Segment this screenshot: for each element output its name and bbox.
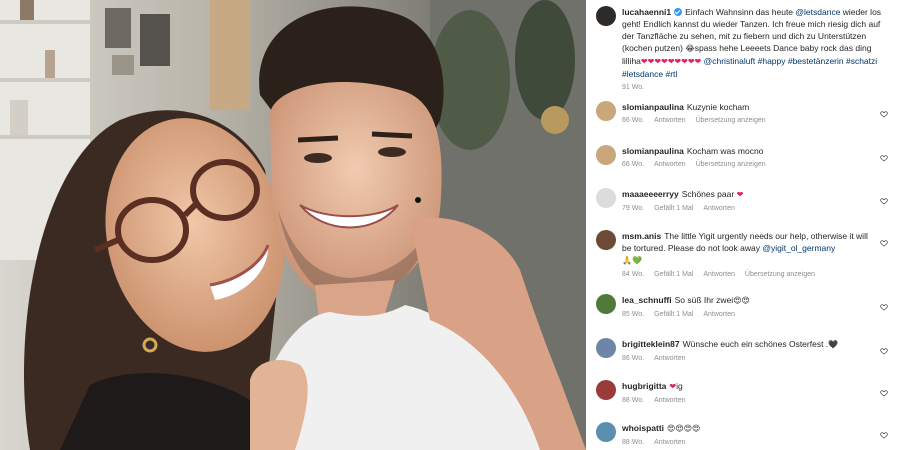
comment-emoji: 🖤 xyxy=(828,340,839,349)
comment-item: msm.anis The little Yigit urgently needs … xyxy=(596,230,892,281)
caption-segment: 😂 xyxy=(685,44,695,53)
comment-avatar[interactable] xyxy=(596,145,616,165)
comment-item: lea_schnuffi So süß Ihr zwei😍😍 85 Wo. Gefäl… xyxy=(596,294,892,321)
post-caption: lucahaenni1 Einfach Wahnsinn das heute @l… xyxy=(596,6,892,94)
comment-time[interactable]: 88 Wo. xyxy=(622,395,644,407)
selfie-image xyxy=(0,0,586,450)
comment-avatar[interactable] xyxy=(596,188,616,208)
comment-avatar[interactable] xyxy=(596,422,616,442)
comments-panel: lucahaenni1 Einfach Wahnsinn das heute @l… xyxy=(586,0,900,450)
heart-outline-icon[interactable] xyxy=(880,110,888,118)
comment-time[interactable]: 66 Wo. xyxy=(622,159,644,171)
comment-text: Kocham was mocno xyxy=(686,146,764,156)
caption-link[interactable]: @christinaluft xyxy=(704,56,756,66)
comment-time[interactable]: 88 Wo. xyxy=(622,437,644,449)
reply-button[interactable]: Antworten xyxy=(654,115,686,127)
post-time[interactable]: 91 Wo. xyxy=(622,82,644,94)
comment-text: So süß Ihr zwei xyxy=(674,295,734,305)
comment-text: Kuzynie kocham xyxy=(686,102,750,112)
heart-outline-icon[interactable] xyxy=(880,303,888,311)
comment-username[interactable]: whoispatti xyxy=(622,423,664,433)
comment-text: Schönes paar xyxy=(681,189,737,199)
comment-emoji: 🙏💚 xyxy=(622,256,642,265)
reply-button[interactable]: Antworten xyxy=(703,309,735,321)
translate-button[interactable]: Übersetzung anzeigen xyxy=(745,269,815,281)
heart-outline-icon[interactable] xyxy=(880,431,888,439)
comment-item: hugbrigitta ❤ig 88 Wo. Antworten xyxy=(596,380,892,407)
comment-avatar[interactable] xyxy=(596,380,616,400)
comment-emoji: 😍😍😍😍 xyxy=(667,424,701,433)
heart-outline-icon[interactable] xyxy=(880,197,888,205)
comment-mention[interactable]: @yigit_ol_germany xyxy=(762,243,835,253)
author-avatar[interactable] xyxy=(596,6,616,26)
comment-emoji: ❤ xyxy=(736,190,744,199)
reply-button[interactable]: Antworten xyxy=(703,203,735,215)
comment-emoji: 😍😍 xyxy=(733,296,750,305)
caption-text: Einfach Wahnsinn das heute @letsdance wi… xyxy=(622,7,881,79)
heart-outline-icon[interactable] xyxy=(880,239,888,247)
author-username[interactable]: lucahaenni1 xyxy=(622,7,671,17)
reply-button[interactable]: Antworten xyxy=(703,269,735,281)
comment-username[interactable]: hugbrigitta xyxy=(622,381,666,391)
caption-link[interactable]: @letsdance xyxy=(795,7,840,17)
comment-item: maaaeeeerryy Schönes paar ❤ 79 Wo. Gefällt … xyxy=(596,188,892,215)
comment-likes[interactable]: Gefällt 1 Mal xyxy=(654,203,693,215)
comment-likes[interactable]: Gefällt 1 Mal xyxy=(654,309,693,321)
comment-avatar[interactable] xyxy=(596,101,616,121)
heart-outline-icon[interactable] xyxy=(880,154,888,162)
comment-text-suffix: ig xyxy=(676,381,683,391)
comment-username[interactable]: brigitteklein87 xyxy=(622,339,680,349)
comment-time[interactable]: 85 Wo. xyxy=(622,309,644,321)
reply-button[interactable]: Antworten xyxy=(654,437,686,449)
comment-username[interactable]: msm.anis xyxy=(622,231,661,241)
comment-item: brigitteklein87 Wünsche euch ein schönes … xyxy=(596,338,892,365)
comment-avatar[interactable] xyxy=(596,294,616,314)
comment-item: whoispatti 😍😍😍😍 88 Wo. Antworten xyxy=(596,422,892,449)
caption-segment: Einfach Wahnsinn das heute xyxy=(685,7,796,17)
comment-username[interactable]: slomianpaulina xyxy=(622,146,684,156)
translate-button[interactable]: Übersetzung anzeigen xyxy=(696,159,766,171)
comment-time[interactable]: 86 Wo. xyxy=(622,353,644,365)
reply-button[interactable]: Antworten xyxy=(654,353,686,365)
comment-avatar[interactable] xyxy=(596,230,616,250)
comment-text: Wünsche euch ein schönes Osterfest . xyxy=(682,339,829,349)
reply-button[interactable]: Antworten xyxy=(654,395,686,407)
comment-avatar[interactable] xyxy=(596,338,616,358)
comment-item: slomianpaulina Kocham was mocno 66 Wo. Antw… xyxy=(596,145,892,171)
verified-badge-icon xyxy=(674,8,683,16)
comment-time[interactable]: 79 Wo. xyxy=(622,203,644,215)
comment-item: slomianpaulina Kuzynie kocham 66 Wo. Antwor… xyxy=(596,101,892,127)
instagram-post-view: lucahaenni1 Einfach Wahnsinn das heute @l… xyxy=(0,0,900,450)
comment-time[interactable]: 84 Wo. xyxy=(622,269,644,281)
translate-button[interactable]: Übersetzung anzeigen xyxy=(696,115,766,127)
caption-segment: ❤❤❤❤❤❤❤❤❤ xyxy=(640,57,702,66)
comment-likes[interactable]: Gefällt 1 Mal xyxy=(654,269,693,281)
comment-username[interactable]: lea_schnuffi xyxy=(622,295,672,305)
comment-username[interactable]: slomianpaulina xyxy=(622,102,684,112)
comment-username[interactable]: maaaeeeerryy xyxy=(622,189,679,199)
comment-time[interactable]: 66 Wo. xyxy=(622,115,644,127)
post-photo[interactable] xyxy=(0,0,586,450)
reply-button[interactable]: Antworten xyxy=(654,159,686,171)
heart-outline-icon[interactable] xyxy=(880,347,888,355)
heart-outline-icon[interactable] xyxy=(880,389,888,397)
